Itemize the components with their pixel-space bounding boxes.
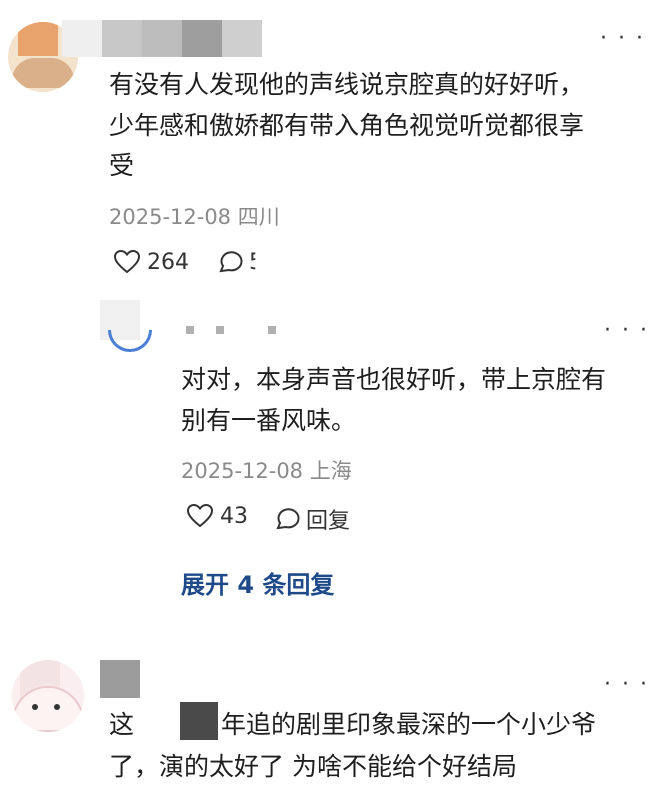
comment-meta: 2025-12-08 四川 bbox=[109, 201, 280, 231]
reply-avatar[interactable] bbox=[100, 300, 152, 352]
comment-text-line: 了，演的太好了 为啥不能给个好结局 bbox=[109, 752, 517, 781]
reply-date: 2025-12-08 bbox=[181, 459, 304, 483]
comment-text-line: 年追的剧里印象最深的一个小少爷 bbox=[221, 710, 597, 739]
reply-button[interactable]: 5 bbox=[215, 249, 263, 275]
reply-text-line: 别有一番风味。 bbox=[181, 406, 357, 435]
comment-text-line: 受 bbox=[109, 151, 135, 180]
ellipsis-icon[interactable]: · · · bbox=[604, 320, 649, 342]
ellipsis-icon[interactable]: · · · bbox=[604, 674, 649, 696]
redacted-block bbox=[180, 702, 218, 740]
expand-replies-link[interactable]: 展开 4 条回复 bbox=[181, 565, 334, 600]
reply-username-redacted bbox=[186, 326, 306, 336]
chat-bubble-icon bbox=[219, 251, 243, 273]
avatar[interactable] bbox=[12, 660, 84, 732]
reply-count: 5 bbox=[249, 249, 263, 275]
heart-icon bbox=[186, 503, 214, 528]
like-count: 264 bbox=[147, 249, 189, 275]
reply-text-line: 对对，本身声音也很好听，带上京腔有 bbox=[181, 365, 607, 394]
heart-icon bbox=[113, 249, 141, 274]
reply-like-button[interactable]: 43 bbox=[186, 503, 248, 529]
reply-like-count: 43 bbox=[220, 503, 248, 529]
reply-location: 上海 bbox=[309, 459, 352, 483]
comment-text-line: 少年感和傲娇都有带入角色视觉听觉都很享 bbox=[109, 111, 585, 140]
chat-bubble-icon bbox=[276, 508, 300, 530]
comment-text-line: 有没有人发现他的声线说京腔真的好好听， bbox=[109, 70, 585, 99]
comment-date: 2025-12-08 bbox=[109, 205, 232, 229]
like-button[interactable]: 264 bbox=[113, 249, 189, 275]
comment-text-line: 这 bbox=[109, 710, 135, 739]
username-redacted bbox=[62, 20, 262, 57]
reply-meta: 2025-12-08 上海 bbox=[181, 455, 352, 485]
ellipsis-icon[interactable]: · · · bbox=[600, 28, 645, 50]
reply-reply-button[interactable]: 回复 bbox=[272, 503, 350, 535]
username-redacted bbox=[100, 660, 140, 698]
comment-location: 四川 bbox=[237, 205, 280, 229]
reply-label: 回复 bbox=[306, 509, 351, 534]
